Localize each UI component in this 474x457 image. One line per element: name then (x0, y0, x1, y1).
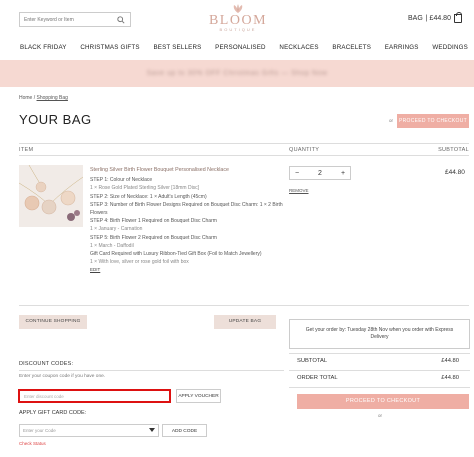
col-quantity: QUANTITY (289, 147, 320, 153)
delivery-estimate: Get your order by: Tuesday 28th Nov when… (289, 319, 470, 349)
discount-code-input[interactable]: Enter discount code (18, 389, 171, 403)
divider (289, 370, 470, 371)
col-subtotal: SUBTOTAL (438, 147, 469, 153)
gift-card-placeholder: Enter your Code (23, 428, 56, 433)
breadcrumb-separator: / (33, 95, 36, 101)
product-option-line: STEP 5: Birth Flower 2 Required on Bouqu… (90, 234, 217, 241)
order-total-value: £44.80 (441, 375, 459, 381)
nav-item-best-sellers[interactable]: BEST SELLERS (153, 44, 201, 56)
nav-item-personalised[interactable]: PERSONALISED (215, 44, 266, 56)
order-total-label: ORDER TOTAL (297, 375, 338, 381)
gift-card-title: APPLY GIFT CARD CODE: (19, 410, 87, 416)
brand-subtitle: BOUTIQUE (219, 27, 257, 32)
product-option-line: 1 × March - Daffodil (90, 242, 134, 249)
nav-item-earrings[interactable]: EARRINGS (385, 44, 419, 56)
chevron-down-icon (149, 428, 155, 433)
promo-text: Save up to 30% OFF Christmas Gifts — Sho… (146, 70, 328, 77)
or-label: or (378, 413, 383, 418)
product-option-line: STEP 3: Number of Birth Flower Designs R… (90, 201, 283, 217)
bag-summary[interactable]: BAG | £44.80 (408, 12, 462, 23)
product-option-line: STEP 4: Birth Flower 1 Required on Bouqu… (90, 218, 217, 225)
qty-value[interactable]: 2 (313, 170, 327, 177)
subtotal-value: £44.80 (441, 358, 459, 364)
edit-link[interactable]: EDIT (90, 266, 285, 274)
line-subtotal: £44.80 (445, 169, 465, 176)
divider (289, 353, 470, 354)
nav-item-christmas-gifts[interactable]: CHRISTMAS GIFTS (80, 44, 139, 56)
divider (289, 387, 470, 388)
search-input[interactable] (24, 16, 116, 23)
remove-link[interactable]: REMOVE (289, 188, 309, 193)
subtotal-label: SUBTOTAL (297, 358, 328, 364)
apply-voucher-button[interactable]: APPLY VOUCHER (176, 389, 221, 403)
subtotal-row: SUBTOTAL £44.80 (297, 358, 459, 364)
gift-card-select[interactable]: Enter your Code (19, 424, 159, 437)
qty-increase-button[interactable]: + (336, 170, 350, 177)
bag-label: BAG (408, 15, 423, 22)
product-option-line: 1 × With love, silver or rose gold foil … (90, 259, 189, 266)
product-image[interactable] (19, 165, 83, 227)
proceed-to-checkout-button-bottom[interactable]: PROCEED TO CHECKOUT (297, 394, 469, 409)
discount-help: Enter your coupon code if you have one. (19, 374, 106, 379)
breadcrumb-current[interactable]: Shopping Bag (37, 95, 68, 101)
product-option-line: STEP 2: Size of Necklace: 1 × Adult's Le… (90, 193, 207, 200)
order-total-row: ORDER TOTAL £44.80 (297, 375, 459, 381)
product-option-line: 1 × January - Carnation (90, 226, 143, 233)
nav-item-black-friday[interactable]: BLACK FRIDAY (20, 44, 67, 56)
product-option-line: 1 × Rose Gold Plated Sterling Silver [18… (90, 185, 200, 192)
brand-logo[interactable]: BLOOM BOUTIQUE (190, 4, 286, 32)
search-box[interactable] (19, 12, 131, 27)
proceed-to-checkout-button-top[interactable]: PROCEED TO CHECKOUT (397, 114, 469, 128)
product-option-line: Gift Card Required with Luxury Ribbon-Ti… (90, 251, 262, 258)
bag-total: | £44.80 (425, 15, 451, 22)
breadcrumb: Home / Shopping Bag (19, 95, 68, 101)
promo-banner[interactable]: Save up to 30% OFF Christmas Gifts — Sho… (0, 60, 474, 87)
bag-table-header: ITEM QUANTITY SUBTOTAL (19, 143, 469, 156)
product-name[interactable]: Sterling Silver Birth Flower Bouquet Per… (90, 166, 285, 174)
shopping-bag-icon (453, 12, 462, 23)
search-icon[interactable] (116, 15, 126, 25)
update-bag-button[interactable]: UPDATE BAG (214, 315, 276, 329)
divider (19, 370, 284, 371)
qty-decrease-button[interactable]: − (290, 170, 304, 177)
product-details: Sterling Silver Birth Flower Bouquet Per… (90, 166, 285, 275)
nav-item-weddings[interactable]: WEDDINGS (432, 44, 468, 56)
main-nav: BLACK FRIDAY CHRISTMAS GIFTS BEST SELLER… (0, 44, 474, 56)
nav-item-bracelets[interactable]: BRACELETS (332, 44, 371, 56)
add-code-button[interactable]: ADD CODE (162, 424, 207, 437)
discount-title: DISCOUNT CODES: (19, 361, 74, 367)
check-status-link[interactable]: Check Status (19, 441, 46, 446)
quantity-stepper: − 2 + (289, 166, 351, 180)
page-title: YOUR BAG (19, 112, 92, 127)
nav-item-necklaces[interactable]: NECKLACES (279, 44, 318, 56)
brand-name: BLOOM (208, 13, 268, 28)
col-item: ITEM (19, 147, 34, 153)
product-option-line: STEP 1: Colour of Necklace (90, 177, 153, 184)
continue-shopping-button[interactable]: CONTINUE SHOPPING (19, 315, 87, 329)
divider (19, 305, 469, 306)
or-label: or (389, 118, 394, 123)
breadcrumb-home[interactable]: Home (19, 95, 32, 101)
